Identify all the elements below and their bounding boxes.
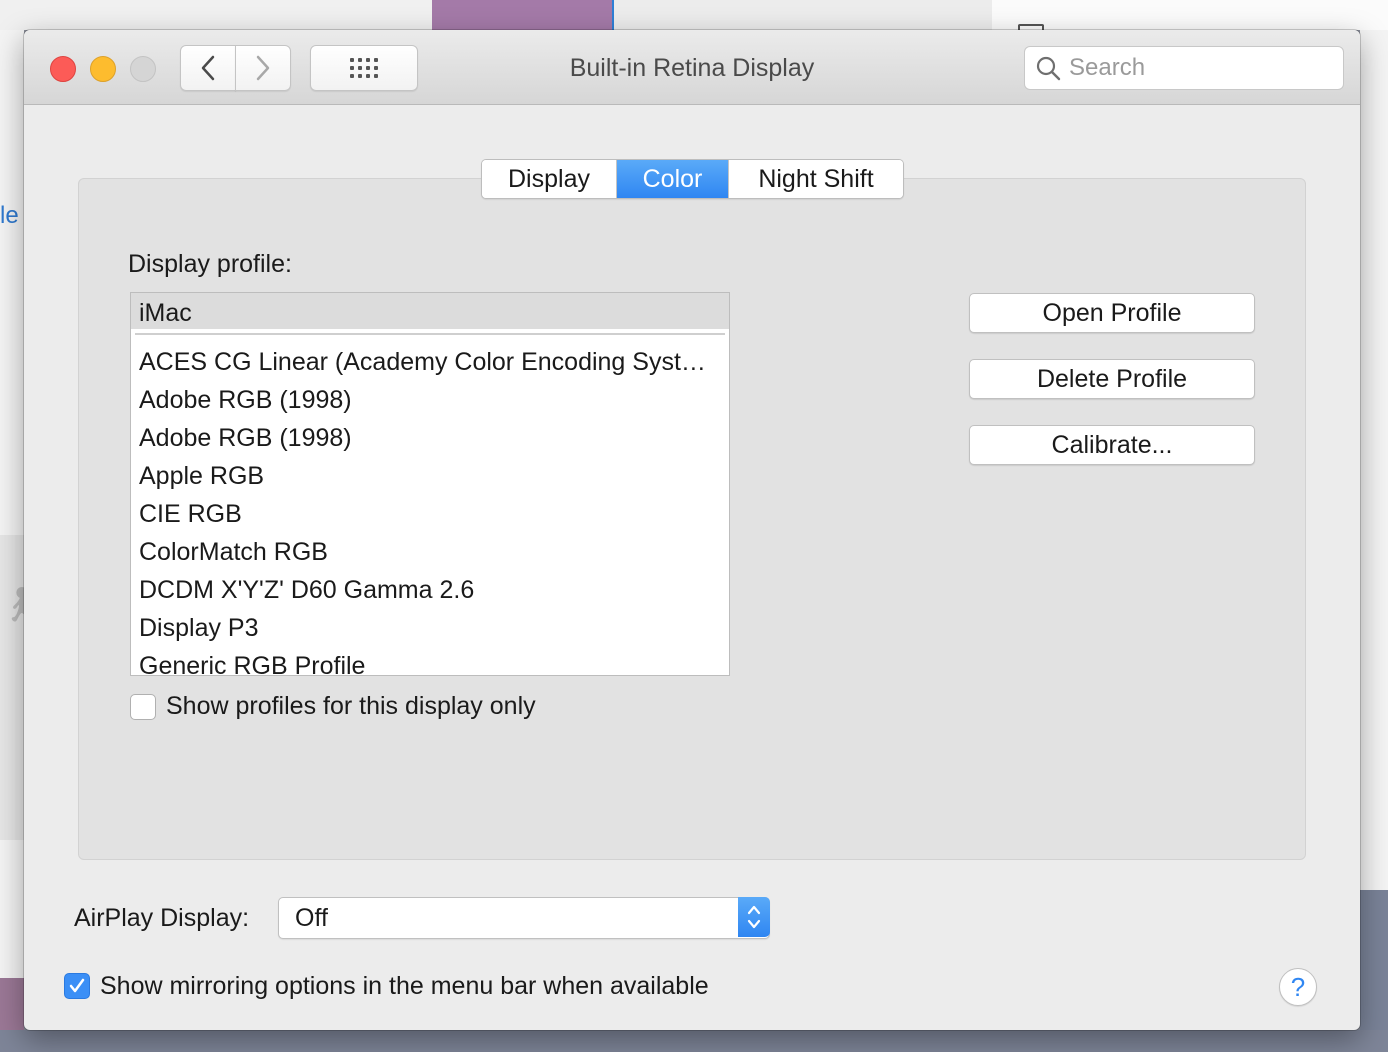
background-partial-text: le <box>0 202 19 229</box>
show-profiles-checkbox[interactable] <box>130 694 156 720</box>
tab-night-shift[interactable]: Night Shift <box>729 160 903 198</box>
preferences-window: Built-in Retina Display Search Display C… <box>24 30 1360 1030</box>
profile-list-item[interactable]: ColorMatch RGB <box>131 533 713 571</box>
desktop-background-window <box>0 535 24 840</box>
search-icon <box>1036 56 1061 81</box>
desktop-background-window <box>1360 30 1388 890</box>
desktop-background-window <box>992 0 1388 30</box>
airplay-display-select[interactable]: Off <box>278 897 770 939</box>
show-mirroring-label[interactable]: Show mirroring options in the menu bar w… <box>100 972 709 1001</box>
calibrate-button[interactable]: Calibrate... <box>969 425 1255 465</box>
delete-profile-button[interactable]: Delete Profile <box>969 359 1255 399</box>
airplay-selected-value: Off <box>295 904 328 932</box>
checkmark-icon <box>69 978 85 993</box>
desktop-background-window <box>432 0 613 30</box>
title-bar[interactable]: Built-in Retina Display Search <box>24 30 1360 105</box>
display-profile-list[interactable]: iMac ACES CG Linear (Academy Color Encod… <box>130 292 730 676</box>
profile-list-item[interactable]: Display P3 <box>131 609 713 647</box>
help-button[interactable]: ? <box>1279 968 1317 1006</box>
airplay-display-label: AirPlay Display: <box>74 904 250 932</box>
profile-list-item[interactable]: Adobe RGB (1998) <box>131 381 713 419</box>
tab-bar: Display Color Night Shift <box>481 159 904 199</box>
desktop-background-window <box>614 0 992 30</box>
profile-list-item[interactable]: DCDM X'Y'Z' D60 Gamma 2.6 <box>131 571 713 609</box>
profile-list-item[interactable]: ACES CG Linear (Academy Color Encoding S… <box>131 343 713 381</box>
show-mirroring-checkbox[interactable] <box>64 973 90 999</box>
search-placeholder: Search <box>1069 54 1146 81</box>
search-field[interactable]: Search <box>1024 46 1344 90</box>
desktop-background <box>1360 890 1388 1052</box>
selected-profile-item[interactable]: iMac <box>131 293 729 329</box>
tab-color[interactable]: Color <box>617 160 729 198</box>
desktop-background <box>0 1030 1388 1052</box>
open-profile-button[interactable]: Open Profile <box>969 293 1255 333</box>
profile-list-item[interactable]: Generic RGB Profile <box>131 647 713 675</box>
updown-chevron-icon <box>738 897 770 937</box>
profile-list-item[interactable]: Apple RGB <box>131 457 713 495</box>
desktop-background <box>0 0 432 30</box>
tab-display[interactable]: Display <box>482 160 617 198</box>
profile-list-item[interactable]: CIE RGB <box>131 495 713 533</box>
show-profiles-label[interactable]: Show profiles for this display only <box>166 692 536 721</box>
display-profile-label: Display profile: <box>128 250 292 278</box>
profile-list-item[interactable]: Adobe RGB (1998) <box>131 419 713 457</box>
